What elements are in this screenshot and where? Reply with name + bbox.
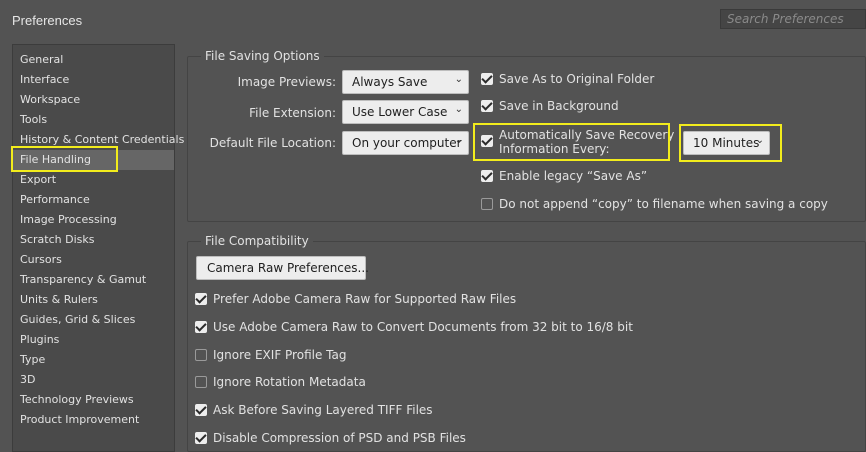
chevron-down-icon: ⌄ — [454, 74, 463, 85]
sidebar-item-performance[interactable]: Performance — [13, 190, 174, 210]
ask-layered-tiff-checkbox[interactable] — [195, 404, 207, 416]
file-extension-select[interactable]: Use Lower Case ⌄ — [342, 100, 469, 124]
sidebar-item-transparency[interactable]: Transparency & Gamut — [13, 270, 174, 290]
sidebar-item-product-improvement[interactable]: Product Improvement — [13, 410, 174, 430]
disable-compression-label: Disable Compression of PSD and PSB Files — [213, 431, 466, 445]
camera-raw-preferences-button[interactable]: Camera Raw Preferences... — [196, 256, 369, 280]
save-as-original-checkbox[interactable] — [481, 73, 493, 85]
prefer-acr-checkbox[interactable] — [195, 293, 207, 305]
disable-compression-checkbox[interactable] — [195, 432, 207, 444]
window-title: Preferences — [12, 13, 83, 28]
sidebar-item-3d[interactable]: 3D — [13, 370, 174, 390]
file-compat-title: File Compatibility — [201, 234, 313, 248]
ignore-rotation-label: Ignore Rotation Metadata — [213, 375, 366, 389]
auto-save-recovery-label: Automatically Save Recovery — [499, 128, 675, 142]
default-location-value: On your computer — [352, 136, 462, 150]
sidebar-item-cursors[interactable]: Cursors — [13, 250, 174, 270]
save-background-checkbox[interactable] — [481, 100, 493, 112]
acr-convert-label: Use Adobe Camera Raw to Convert Document… — [213, 320, 633, 334]
sidebar-item-image-processing[interactable]: Image Processing — [13, 210, 174, 230]
chevron-down-icon: ⌄ — [755, 135, 764, 146]
sidebar-item-units[interactable]: Units & Rulers — [13, 290, 174, 310]
sidebar-item-export[interactable]: Export — [13, 170, 174, 190]
legacy-save-as-label: Enable legacy “Save As” — [499, 169, 648, 183]
sidebar-item-tools[interactable]: Tools — [13, 110, 174, 130]
legacy-save-as-checkbox[interactable] — [481, 170, 493, 182]
image-previews-value: Always Save — [352, 75, 428, 89]
acr-convert-checkbox[interactable] — [195, 321, 207, 333]
autosave-interval-value: 10 Minutes — [693, 136, 760, 150]
sidebar-item-general[interactable]: General — [13, 50, 174, 70]
no-copy-append-checkbox[interactable] — [481, 198, 493, 210]
save-background-label: Save in Background — [499, 99, 619, 113]
ignore-exif-checkbox[interactable] — [195, 349, 207, 361]
auto-save-recovery-checkbox[interactable] — [481, 135, 493, 147]
ignore-exif-label: Ignore EXIF Profile Tag — [213, 348, 347, 362]
image-previews-select[interactable]: Always Save ⌄ — [342, 70, 469, 94]
chevron-down-icon: ⌄ — [454, 104, 463, 115]
ask-layered-tiff-label: Ask Before Saving Layered TIFF Files — [213, 403, 433, 417]
default-location-select[interactable]: On your computer ⌄ — [342, 131, 469, 155]
file-extension-label: File Extension: — [249, 106, 336, 120]
save-as-original-label: Save As to Original Folder — [499, 72, 655, 86]
file-saving-title: File Saving Options — [201, 49, 324, 63]
image-previews-label: Image Previews: — [237, 75, 336, 89]
file-extension-value: Use Lower Case — [352, 105, 448, 119]
sidebar-item-history[interactable]: History & Content Credentials — [13, 130, 184, 150]
chevron-down-icon: ⌄ — [454, 135, 463, 146]
autosave-interval-select[interactable]: 10 Minutes ⌄ — [683, 131, 770, 155]
sidebar-item-plugins[interactable]: Plugins — [13, 330, 174, 350]
prefer-acr-label: Prefer Adobe Camera Raw for Supported Ra… — [213, 292, 517, 306]
sidebar-item-workspace[interactable]: Workspace — [13, 90, 174, 110]
sidebar-item-guides[interactable]: Guides, Grid & Slices — [13, 310, 174, 330]
search-input[interactable]: Search Preferences — [720, 9, 866, 29]
ignore-rotation-checkbox[interactable] — [195, 376, 207, 388]
sidebar-item-interface[interactable]: Interface — [13, 70, 174, 90]
sidebar-item-tech-previews[interactable]: Technology Previews — [13, 390, 174, 410]
default-location-label: Default File Location: — [209, 136, 336, 150]
title-bar: Preferences Search Preferences — [0, 0, 866, 40]
sidebar-item-type[interactable]: Type — [13, 350, 174, 370]
auto-save-recovery-label-line2: Information Every: — [499, 142, 610, 156]
sidebar-item-scratch-disks[interactable]: Scratch Disks — [13, 230, 174, 250]
no-copy-append-label: Do not append “copy” to filename when sa… — [499, 197, 828, 211]
sidebar: General Interface Workspace Tools Histor… — [12, 44, 184, 452]
sidebar-item-file-handling[interactable]: File Handling — [13, 150, 174, 170]
